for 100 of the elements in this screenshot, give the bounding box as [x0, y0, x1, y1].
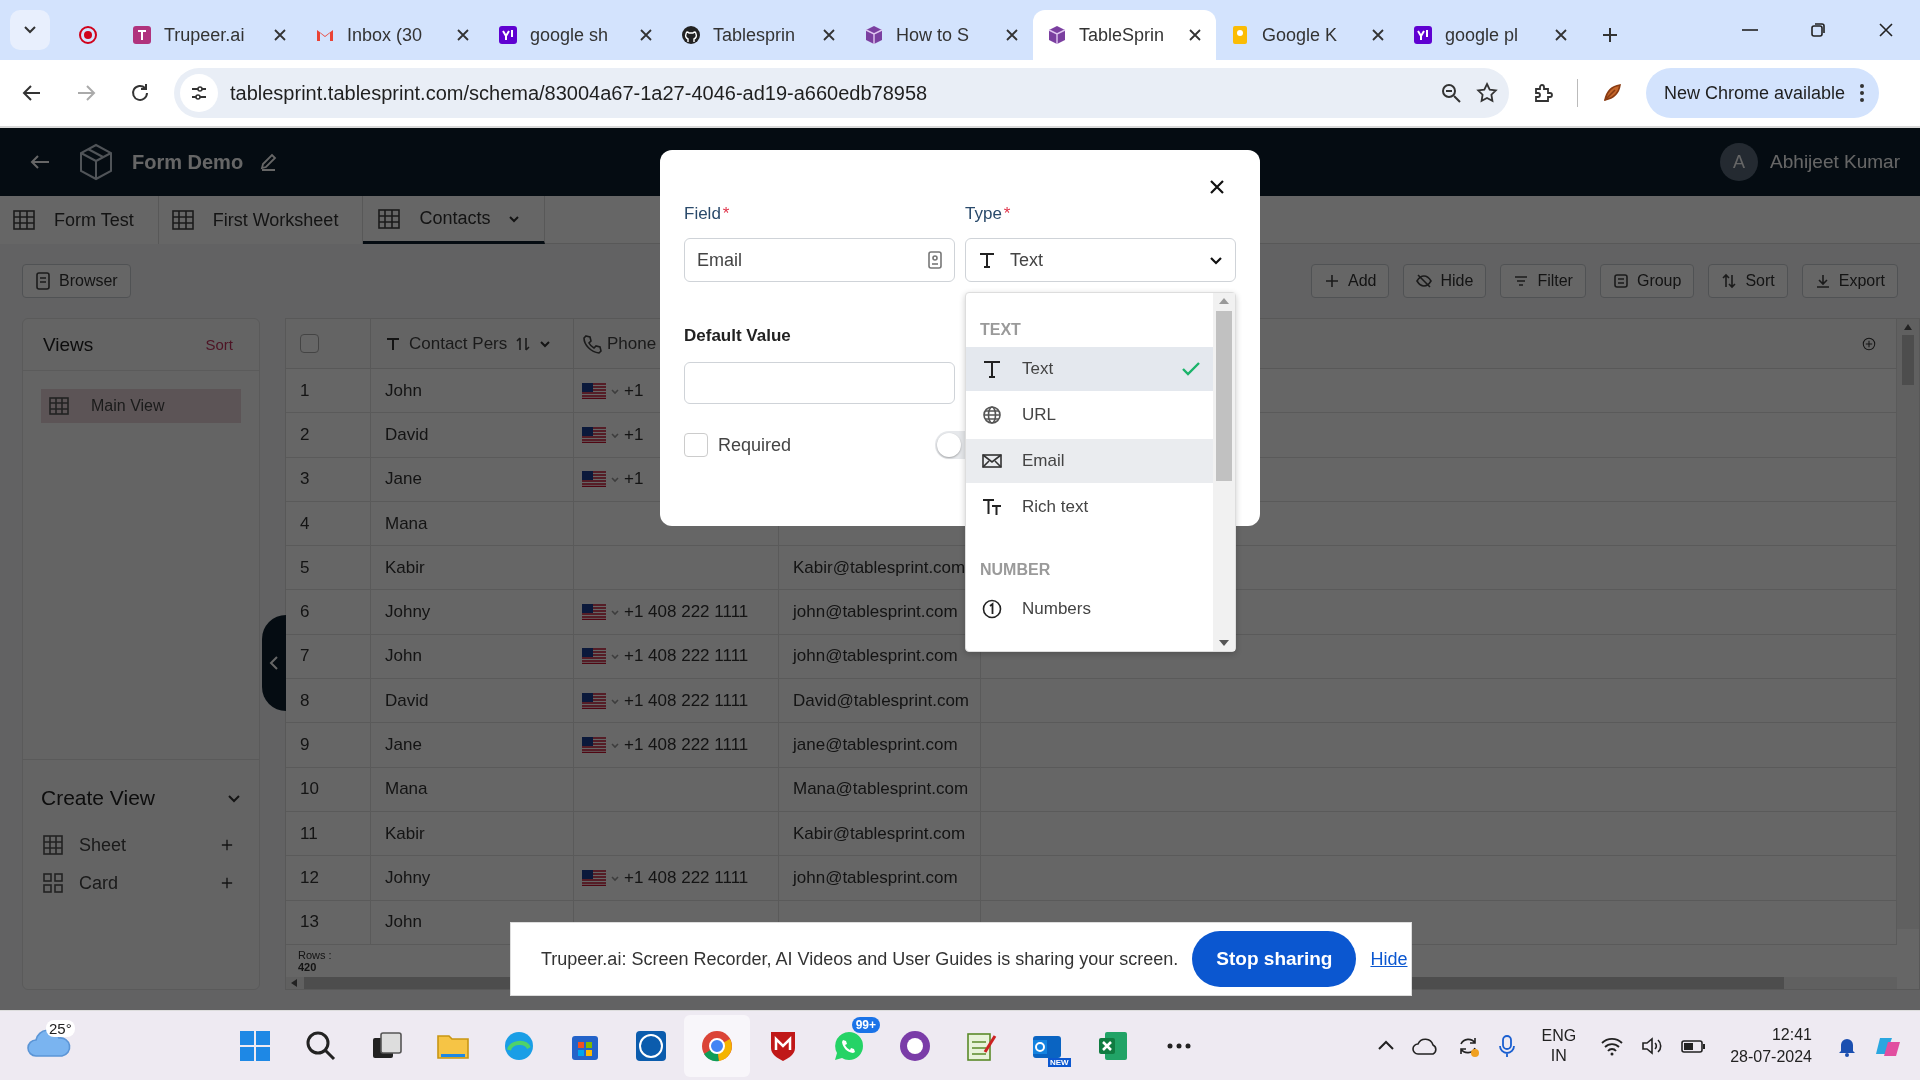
- microphone-button[interactable]: [1497, 1033, 1518, 1058]
- browser-tab[interactable]: Trupeer.ai: [118, 10, 301, 60]
- rows-count: 420: [298, 960, 317, 973]
- row-number: 1: [286, 369, 371, 414]
- grid-icon: [377, 206, 402, 231]
- close-icon: [1877, 21, 1895, 39]
- table-cell: Jane: [371, 723, 574, 768]
- site-settings-button[interactable]: [180, 74, 218, 112]
- required-mark: *: [722, 204, 730, 225]
- phone-number: +1: [624, 424, 644, 445]
- sliders-icon: [189, 83, 209, 103]
- microphone-icon: [1497, 1033, 1518, 1058]
- grid-icon: [12, 208, 36, 232]
- table-cell: Johny: [371, 856, 574, 901]
- toolbar-button[interactable]: Add: [1311, 264, 1390, 298]
- row-number: 9: [286, 723, 371, 768]
- field-label: Default Value: [684, 326, 791, 347]
- table-cell: Kabir: [371, 546, 574, 591]
- email-address: Kabir@tablesprint.com: [793, 557, 966, 578]
- sheet-tab[interactable]: Form Test: [0, 196, 159, 244]
- update-button[interactable]: New Chrome available: [1646, 68, 1880, 118]
- field-name-input[interactable]: Email: [684, 238, 955, 282]
- create-view-heading: Create View: [41, 786, 155, 810]
- puzzle-icon: [1532, 82, 1554, 104]
- flag-icon: [582, 471, 606, 488]
- app-title: Form Demo: [132, 150, 244, 174]
- taskbar-app[interactable]: 99+: [816, 1014, 882, 1077]
- default-value-input[interactable]: [684, 362, 955, 404]
- sheet-tab[interactable]: First Worksheet: [158, 196, 364, 244]
- close-icon: [1371, 28, 1385, 42]
- browser-tab[interactable]: TableSprin: [1033, 10, 1216, 60]
- toolbar-button[interactable]: Export: [1801, 264, 1898, 298]
- browser-tab[interactable]: google sh: [484, 10, 667, 60]
- collapse-sidebar-handle[interactable]: [262, 615, 286, 711]
- language-indicator[interactable]: ENG IN: [1541, 1025, 1577, 1066]
- star-icon: [1475, 81, 1499, 105]
- restore-icon: [1809, 21, 1827, 39]
- caret-down-icon: [611, 608, 619, 617]
- clock[interactable]: 12:41 28-07-2024: [1730, 1023, 1812, 1068]
- required-checkbox[interactable]: [684, 433, 708, 457]
- browser-tab[interactable]: google pl: [1399, 10, 1582, 60]
- browser-button[interactable]: Browser: [22, 264, 131, 298]
- toolbar-button[interactable]: Group: [1599, 264, 1695, 298]
- flag-icon: [582, 426, 606, 443]
- taskbar-app[interactable]: NEW: [1014, 1014, 1080, 1077]
- scroll-thumb[interactable]: [1216, 311, 1232, 481]
- plus-icon: [1324, 273, 1340, 289]
- checkmark-icon: [1181, 361, 1201, 377]
- toolbar-button[interactable]: Hide: [1403, 264, 1487, 298]
- download-icon: [1814, 273, 1831, 289]
- browser-tab[interactable]: Google K: [1216, 10, 1399, 60]
- close-icon: [1209, 179, 1225, 195]
- phone-icon: [582, 333, 602, 354]
- flag-icon: [582, 869, 606, 886]
- select-all-checkbox[interactable]: [300, 334, 319, 353]
- email-address: john@tablesprint.com: [793, 646, 958, 667]
- new-badge: NEW: [1048, 1057, 1071, 1067]
- more-dots-icon: [1167, 1042, 1191, 1049]
- browser-tab[interactable]: Tablesprin: [667, 10, 850, 60]
- hide-link[interactable]: Hide: [1370, 948, 1408, 970]
- table-cell: John: [371, 634, 574, 680]
- user-name: Abhijeet Kumar: [1770, 151, 1900, 173]
- caret-down-icon: [611, 475, 619, 484]
- tab-favicon-icon: [1047, 25, 1067, 45]
- flag-icon: [582, 648, 606, 665]
- vertical-scrollbar[interactable]: [1897, 319, 1919, 929]
- browser-tab[interactable]: Inbox (30: [301, 10, 484, 60]
- close-icon: [1188, 28, 1202, 42]
- type-select[interactable]: Text: [965, 238, 1236, 282]
- grid-icon: [49, 396, 69, 416]
- table-cell: Johny: [371, 590, 574, 635]
- browser-tab[interactable]: How to S: [850, 10, 1033, 60]
- address-bar[interactable]: tablesprint.tablesprint.com/schema/83004a67-1a27-4046-ad19-a660edb78958: [174, 68, 1509, 118]
- eye-slash-icon: [1416, 273, 1433, 289]
- toolbar-button[interactable]: Filter: [1500, 264, 1586, 298]
- type-option[interactable]: Text: [966, 347, 1213, 391]
- table-cell: Jane: [371, 457, 574, 502]
- group-heading: NUMBER: [979, 560, 1052, 580]
- scroll-up-icon: [1218, 297, 1230, 305]
- card-grid-icon: [43, 873, 63, 893]
- email-address: john@tablesprint.com: [793, 867, 958, 888]
- table-cell: Kabir: [371, 811, 574, 857]
- close-icon: [1005, 28, 1019, 42]
- dropdown-scrollbar[interactable]: [1213, 293, 1235, 651]
- scroll-up-icon: [1903, 323, 1913, 331]
- globe-icon: [982, 405, 1002, 425]
- stop-sharing-button[interactable]: Stop sharing: [1192, 931, 1357, 987]
- close-icon: [639, 28, 653, 42]
- tab-favicon-icon: [1230, 25, 1250, 45]
- toolbar-button[interactable]: Sort: [1708, 264, 1788, 298]
- flag-icon: [582, 604, 606, 621]
- sheet-tab[interactable]: Contacts: [363, 196, 546, 244]
- type-option[interactable]: Email: [966, 439, 1213, 483]
- sort-icon: [515, 335, 532, 352]
- rich-text-icon: [982, 497, 1002, 517]
- email-address: john@tablesprint.com: [793, 602, 958, 623]
- temperature: 25°: [46, 1019, 75, 1037]
- close-icon: [273, 28, 287, 42]
- sort-icon: [1721, 273, 1738, 289]
- filter-icon: [1513, 273, 1530, 289]
